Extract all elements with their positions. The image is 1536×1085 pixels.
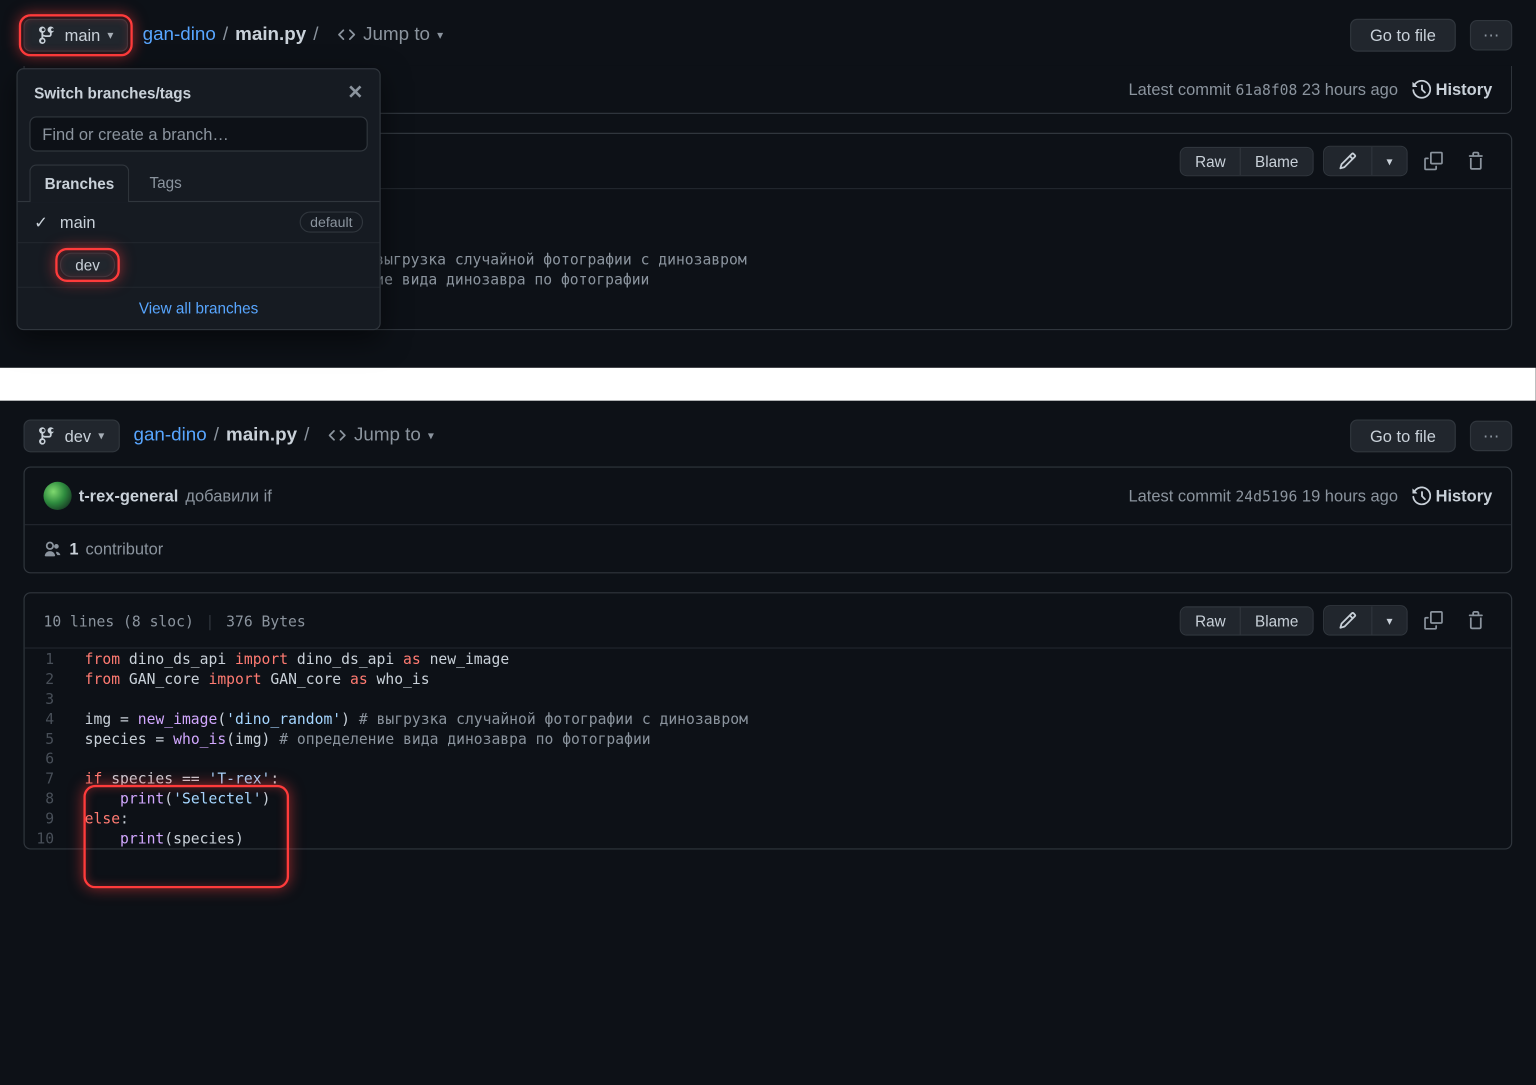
caret-down-icon: ▾ (1386, 156, 1392, 169)
blame-button[interactable]: Blame (1240, 607, 1313, 634)
edit-button[interactable] (1324, 147, 1371, 175)
breadcrumb-repo[interactable]: gan-dino (133, 425, 206, 446)
commit-author[interactable]: t-rex-general (79, 486, 179, 505)
pencil-icon (1338, 611, 1357, 630)
history-icon (1412, 486, 1431, 505)
view-all-branches-link[interactable]: View all branches (139, 300, 258, 318)
breadcrumb: gan-dino / main.py / (143, 25, 319, 46)
branch-search-input[interactable]: Find or create a branch… (29, 116, 367, 151)
copy-icon (1424, 152, 1443, 171)
pencil-icon (1338, 152, 1357, 171)
code-content: 1from dino_ds_api import dino_ds_api as … (25, 649, 1511, 849)
contributors-row[interactable]: 1 contributor (25, 525, 1511, 572)
branch-item-dev[interactable]: dev (18, 243, 380, 288)
dev-branch-highlight: dev (60, 253, 115, 278)
caret-down-icon: ▾ (107, 29, 113, 42)
history-button[interactable]: History (1412, 486, 1492, 505)
branch-switcher-highlight: main ▾ (24, 19, 129, 52)
panel-separator (0, 368, 1536, 401)
commit-sha[interactable]: 24d5196 (1235, 488, 1297, 506)
breadcrumb-file: main.py (235, 25, 306, 46)
caret-down-icon: ▾ (437, 29, 443, 42)
caret-down-icon: ▾ (98, 429, 104, 442)
code-icon (328, 427, 347, 446)
bottom-panel: dev ▾ gan-dino / main.py / Jump to ▾ Go … (0, 401, 1536, 887)
breadcrumb-file: main.py (226, 425, 297, 446)
top-panel: main ▾ gan-dino / main.py / Jump to ▾ Go… (0, 0, 1536, 368)
breadcrumb-repo[interactable]: gan-dino (143, 25, 216, 46)
caret-down-icon: ▾ (428, 429, 434, 442)
code-icon (337, 26, 356, 45)
tab-branches[interactable]: Branches (29, 165, 129, 203)
tab-tags[interactable]: Tags (134, 163, 197, 201)
jump-to-button[interactable]: Jump to ▾ (328, 425, 434, 446)
edit-menu-button[interactable]: ▾ (1371, 606, 1406, 634)
people-icon (43, 539, 62, 558)
raw-blame-group: Raw Blame (1180, 146, 1314, 175)
trash-icon (1466, 611, 1485, 630)
trash-icon (1466, 152, 1485, 171)
copy-icon (1424, 611, 1443, 630)
dropdown-title: Switch branches/tags (34, 84, 191, 102)
git-branch-icon (39, 427, 58, 446)
history-icon (1412, 80, 1431, 99)
close-icon[interactable]: ✕ (347, 81, 363, 105)
branch-switcher-button[interactable]: dev ▾ (24, 419, 120, 452)
branch-name: dev (65, 427, 92, 446)
default-badge: default (300, 211, 363, 232)
jump-to-button[interactable]: Jump to ▾ (337, 25, 443, 46)
raw-button[interactable]: Raw (1181, 147, 1240, 174)
file-stats: 10 lines (8 sloc) (43, 612, 193, 630)
commit-sha[interactable]: 61a8f08 (1235, 81, 1297, 99)
history-button[interactable]: History (1412, 80, 1492, 99)
more-options-button[interactable]: ⋯ (1470, 20, 1512, 51)
more-options-button[interactable]: ⋯ (1470, 421, 1512, 452)
branch-dropdown: Switch branches/tags ✕ Find or create a … (16, 68, 380, 330)
avatar[interactable] (43, 482, 71, 510)
file-size: 376 Bytes (226, 612, 306, 630)
edit-button[interactable] (1324, 606, 1371, 634)
commit-time[interactable]: 19 hours ago (1302, 486, 1398, 505)
go-to-file-button[interactable]: Go to file (1350, 419, 1456, 452)
go-to-file-button[interactable]: Go to file (1350, 19, 1456, 52)
check-icon: ✓ (34, 212, 50, 232)
caret-down-icon: ▾ (1386, 616, 1392, 629)
blame-button[interactable]: Blame (1240, 147, 1313, 174)
commit-message[interactable]: добавили if (185, 486, 271, 505)
raw-button[interactable]: Raw (1181, 607, 1240, 634)
commit-time[interactable]: 23 hours ago (1302, 80, 1398, 99)
delete-button[interactable] (1459, 606, 1492, 634)
git-branch-icon (39, 26, 58, 45)
branch-switcher-button[interactable]: main ▾ (24, 19, 129, 52)
branch-item-main[interactable]: ✓ main default (18, 202, 380, 243)
branch-name: main (65, 26, 101, 45)
breadcrumb: gan-dino / main.py / (133, 425, 309, 446)
copy-button[interactable] (1417, 147, 1450, 175)
delete-button[interactable] (1459, 147, 1492, 175)
edit-menu-button[interactable]: ▾ (1371, 147, 1406, 175)
copy-button[interactable] (1417, 606, 1450, 634)
